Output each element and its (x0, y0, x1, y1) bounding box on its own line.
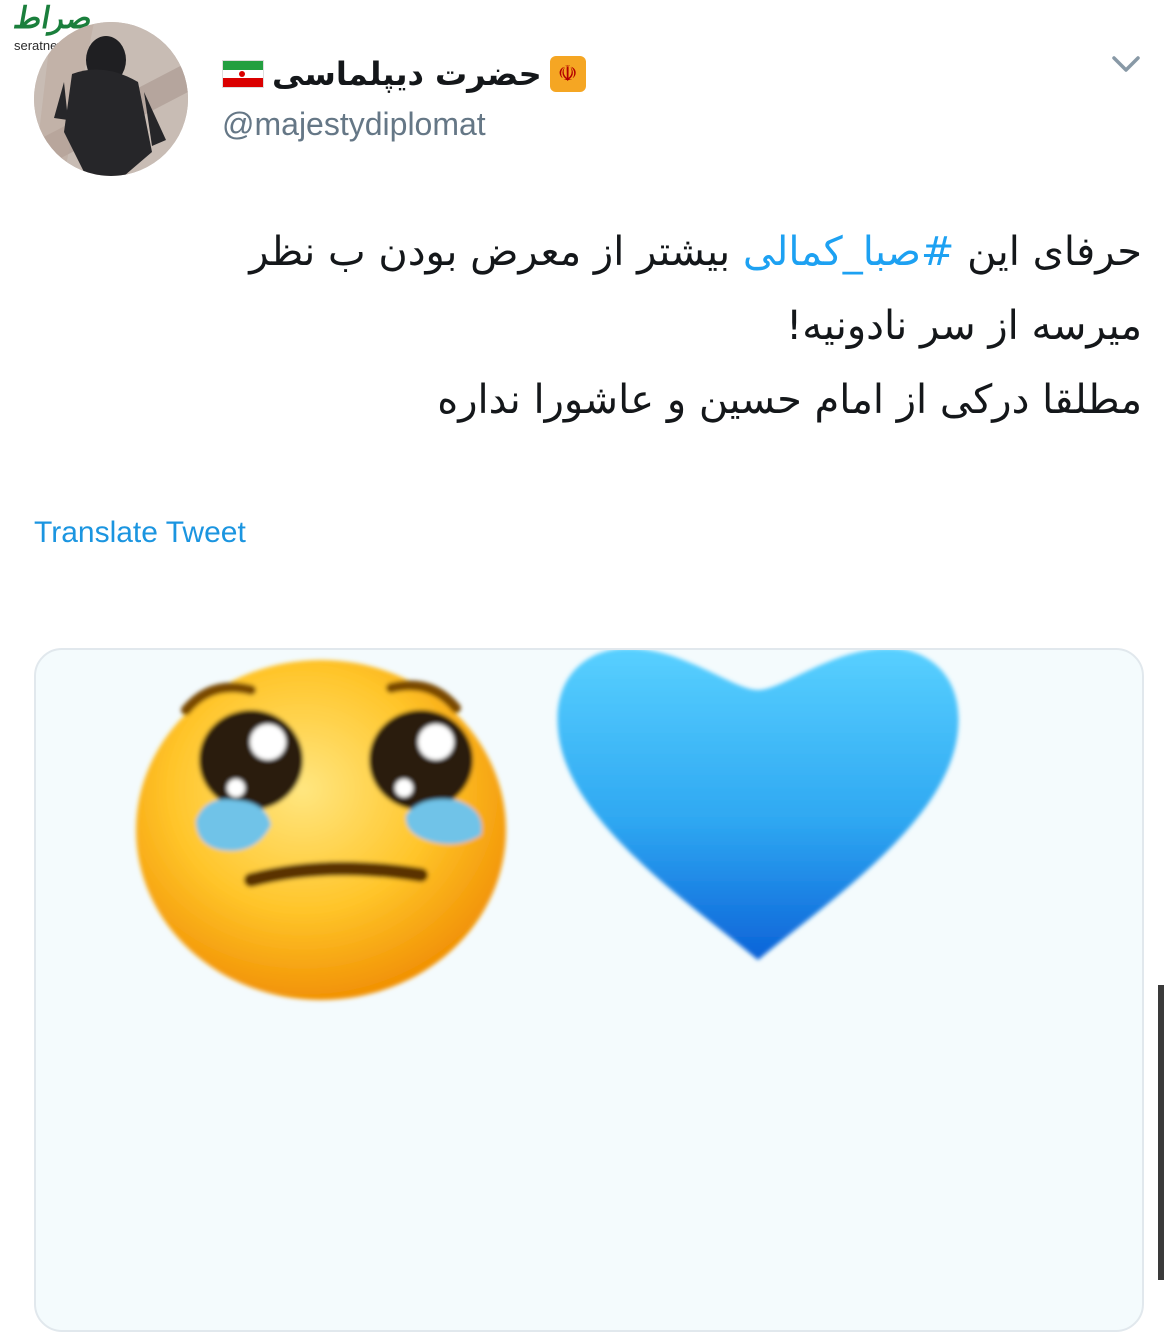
scrollbar-edge (1158, 985, 1164, 1280)
tweet-text: حرفای این #صبا_کمالی بیشتر از معرض بودن … (150, 215, 1142, 437)
blue-heart-emoji (557, 650, 959, 960)
tweet-line-2: میرسه از سر نادونیه! (786, 303, 1142, 349)
tweet-line-1: حرفای این #صبا_کمالی بیشتر از معرض بودن … (150, 215, 1142, 289)
user-handle[interactable]: @majestydiplomat (222, 106, 486, 143)
tweet-line-1-before: حرفای این (954, 229, 1142, 275)
translate-tweet-link[interactable]: Translate Tweet (34, 516, 246, 550)
avatar[interactable] (34, 22, 188, 176)
display-name[interactable]: حضرت دیپلماسی (272, 55, 542, 93)
media-image (136, 650, 959, 1000)
iran-flag-icon (222, 60, 264, 88)
tweet-media[interactable] (34, 648, 1144, 1332)
tweet-line-1-after: بیشتر از معرض بودن ب نظر (249, 229, 743, 275)
iran-emblem-icon: ☫ (549, 56, 586, 92)
avatar-image (34, 22, 188, 176)
pleading-face-emoji (136, 660, 506, 1000)
chevron-down-icon[interactable] (1108, 46, 1144, 82)
name-row: حضرت دیپلماسی ☫ (222, 50, 586, 98)
hashtag-link[interactable]: #صبا_کمالی (743, 229, 955, 275)
tweet-line-3: مطلقا درکی از امام حسین و عاشورا نداره (437, 377, 1142, 423)
